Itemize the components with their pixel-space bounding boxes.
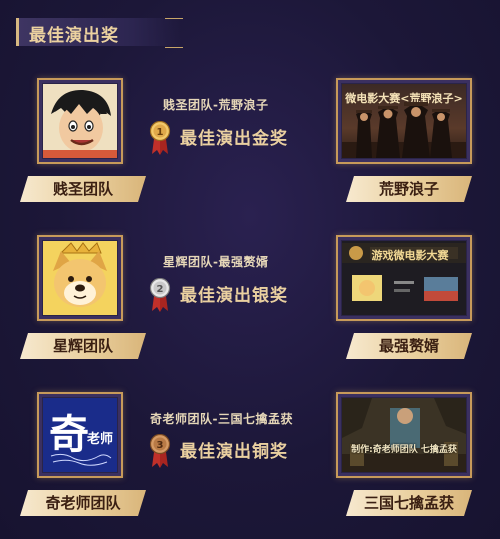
team-name-tag: 奇老师团队 xyxy=(20,490,146,516)
western-poster-image: 微电影大赛<荒野浪子> xyxy=(342,84,466,158)
medal-number: 2 xyxy=(157,284,164,295)
medal-number: 1 xyxy=(157,127,164,138)
team-name: 贱圣团队 xyxy=(52,180,113,198)
poster-caption: 制作:奇老师团队 七擒孟获 xyxy=(351,445,457,455)
anime-avatar-image xyxy=(43,84,117,158)
header-ornament xyxy=(165,18,183,48)
work-poster-frame: 制作:奇老师团队 七擒孟获 xyxy=(336,392,472,478)
team-avatar-frame xyxy=(37,78,123,164)
section-title: 最佳演出奖 xyxy=(29,26,119,46)
three-kingdoms-poster-image: 制作:奇老师团队 七擒孟获 xyxy=(342,398,466,472)
section-header: 最佳演出奖 xyxy=(16,18,183,48)
team-avatar-frame xyxy=(37,235,123,321)
poster-title: 游戏微电影大赛 xyxy=(371,249,449,262)
work-name-tag: 荒野浪子 xyxy=(346,176,472,202)
team-work-line: 奇老师团队-三国七擒孟获 xyxy=(150,412,293,426)
work-name: 最强赘婿 xyxy=(378,337,439,355)
team-work-line: 星辉团队-最强赘婿 xyxy=(163,255,269,269)
work-name: 荒野浪子 xyxy=(378,180,439,198)
team-avatar-frame: 奇 老师 xyxy=(37,392,123,478)
doge-avatar-image xyxy=(43,241,117,315)
award-title: 最佳演出铜奖 xyxy=(180,442,288,462)
video-screenshot-image: 游戏微电影大赛 xyxy=(342,241,466,315)
work-name: 三国七擒孟获 xyxy=(363,494,454,512)
team-name-tag: 星辉团队 xyxy=(20,333,146,359)
team-name-tag: 贱圣团队 xyxy=(20,176,146,202)
work-name-tag: 最强赘婿 xyxy=(346,333,472,359)
qi-teacher-avatar-image: 奇 老师 xyxy=(43,398,117,472)
medal-number: 3 xyxy=(157,440,164,451)
work-poster-frame: 游戏微电影大赛 xyxy=(336,235,472,321)
bronze-medal-icon: 3 xyxy=(149,434,171,468)
gold-medal-icon: 1 xyxy=(149,121,171,155)
team-name: 奇老师团队 xyxy=(45,494,121,512)
work-poster-frame: 微电影大赛<荒野浪子> xyxy=(336,78,472,164)
award-title: 最佳演出银奖 xyxy=(180,286,288,306)
silver-medal-icon: 2 xyxy=(149,278,171,312)
award-title: 最佳演出金奖 xyxy=(180,129,288,149)
work-name-tag: 三国七擒孟获 xyxy=(346,490,472,516)
team-name: 星辉团队 xyxy=(52,337,113,355)
team-work-line: 贱圣团队-荒野浪子 xyxy=(163,98,269,112)
